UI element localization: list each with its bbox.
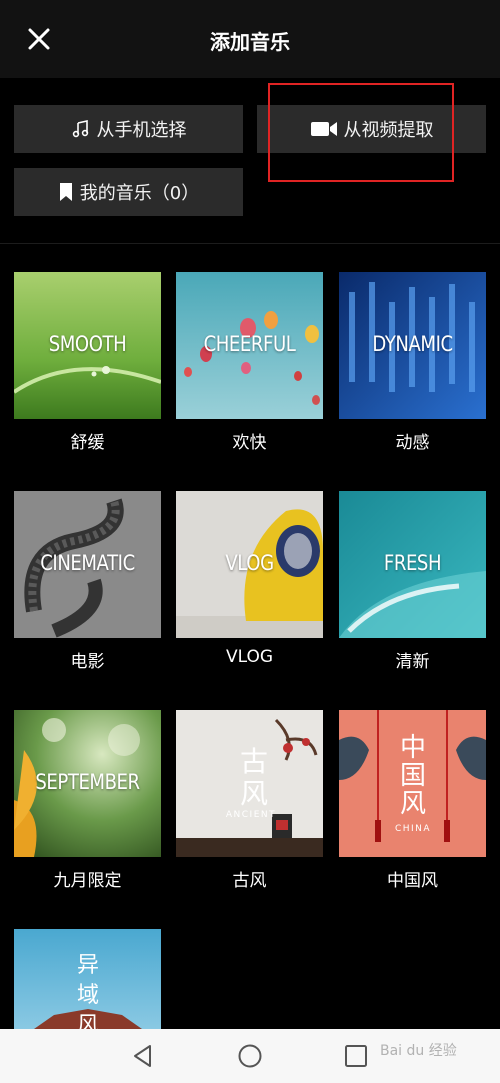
divider xyxy=(0,243,500,244)
header-bar: 添加音乐 xyxy=(0,0,500,78)
ancient-title: 古风 xyxy=(239,745,268,810)
category-tag: CHEERFUL xyxy=(203,332,296,356)
category-label: 古风 xyxy=(232,871,267,891)
video-camera-icon xyxy=(310,119,338,139)
category-tag: DYNAMIC xyxy=(372,332,453,356)
watermark: Bai du 经验 xyxy=(380,1043,457,1059)
category-label: 电影 xyxy=(70,652,105,672)
chinese-style-subtitle: CHINA xyxy=(394,824,432,834)
back-icon[interactable] xyxy=(130,1043,156,1069)
home-icon[interactable] xyxy=(237,1043,263,1069)
recents-icon[interactable] xyxy=(343,1043,369,1069)
pick-from-phone-button[interactable]: 从手机选择 xyxy=(14,105,243,153)
category-label: 欢快 xyxy=(232,433,267,453)
category-label: 中国风 xyxy=(387,871,438,891)
category-tag: VLOG xyxy=(225,551,274,575)
ancient-subtitle: ANCIENT xyxy=(225,810,277,820)
my-music-label: 我的音乐（0） xyxy=(79,183,200,204)
category-label: 清新 xyxy=(395,652,430,672)
category-label: 动感 xyxy=(395,433,430,453)
category-label: 舒缓 xyxy=(70,433,105,453)
page-title: 添加音乐 xyxy=(210,30,290,54)
category-tag: SEPTEMBER xyxy=(35,770,140,794)
category-tag: FRESH xyxy=(383,551,442,575)
category-tag: SMOOTH xyxy=(48,332,127,356)
music-note-icon xyxy=(71,119,91,139)
category-label: 九月限定 xyxy=(53,871,122,891)
bookmark-icon xyxy=(58,182,74,202)
category-tag: CINEMATIC xyxy=(40,551,135,575)
category-label: VLOG xyxy=(225,647,274,667)
exotic-title: 异域风 xyxy=(76,953,99,1029)
my-music-button[interactable]: 我的音乐（0） xyxy=(14,168,243,216)
category-exotic[interactable]: 异域风 xyxy=(14,929,161,1029)
extract-from-video-label: 从视频提取 xyxy=(343,120,434,141)
chinese-style-title: 中国风 xyxy=(399,733,426,819)
extract-from-video-button[interactable]: 从视频提取 xyxy=(257,105,486,153)
pick-from-phone-label: 从手机选择 xyxy=(96,120,187,141)
